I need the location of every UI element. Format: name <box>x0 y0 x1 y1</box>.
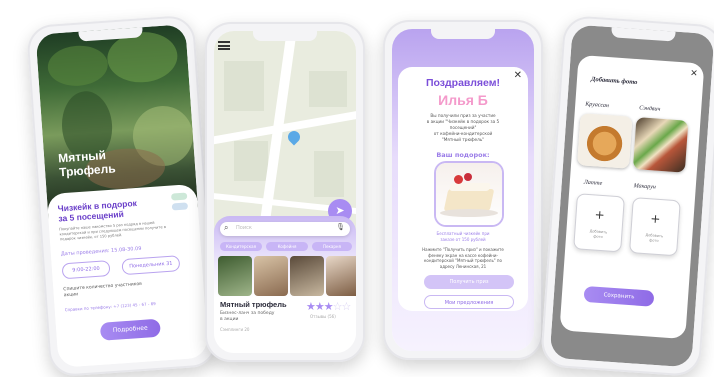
prize-screen: ✕ Поздравляем! Илья Б Вы получили приз з… <box>392 29 534 351</box>
dates-label: Даты проведения: 15.08-30.09 <box>60 245 142 258</box>
save-button[interactable]: Сохранить <box>583 285 655 307</box>
menu-icon[interactable] <box>218 41 230 50</box>
item-label-sandwich: Сэндвич <box>638 105 661 113</box>
rating-stars: ★★★☆☆ <box>306 300 351 313</box>
place-name: Мятный трюфель <box>220 300 287 309</box>
item-label-croissant: Круассан <box>585 101 610 110</box>
map[interactable]: ➤ <box>214 31 356 241</box>
notch <box>431 29 495 39</box>
add-photo-macaron[interactable]: + Добавить фото <box>629 197 681 257</box>
bottom-sheet: ⌕ Поиск 🎙 Кондитерская Кофейня Пекарня М… <box>214 216 356 353</box>
time-chip[interactable]: 9:00-22:00 <box>61 260 111 280</box>
search-bar[interactable]: ⌕ Поиск 🎙 <box>220 222 350 236</box>
place-description: Бизнес-ланч за победу в акции <box>220 311 275 322</box>
photo-title: Мятный Трюфель <box>57 148 117 180</box>
gift-caption: Бесплатный чизкейк при заказе от 150 руб… <box>436 231 490 242</box>
add-photo-latte[interactable]: + Добавить фото <box>573 193 625 253</box>
my-prizes-button[interactable]: Мои предложения <box>424 295 514 309</box>
prize-message: Вы получили приз за участие в акции "Чиз… <box>426 113 500 142</box>
phone-add-photo: ✕ Добавить фото Круассан Сэндвич Латте М… <box>539 14 714 377</box>
phone-prize: ✕ Поздравляем! Илья Б Вы получили приз з… <box>383 20 543 360</box>
chip-2[interactable]: Пекарня <box>312 242 352 251</box>
rating-label: Отзывы (56) <box>310 314 336 319</box>
place-meta: Сэмплинги 20 <box>220 327 250 332</box>
add-photo-label: Добавить фото <box>589 229 608 239</box>
phone-map: ➤ ⌕ Поиск 🎙 Кондитерская Кофейня Пекарня… <box>205 22 365 362</box>
map-screen: ➤ ⌕ Поиск 🎙 Кондитерская Кофейня Пекарня… <box>214 31 356 353</box>
promo-description: Покупайте наше лакомство 5 раз подряд в … <box>59 220 167 242</box>
gift-image <box>436 163 502 225</box>
get-prize-button[interactable]: Получить приз <box>424 275 514 289</box>
mic-icon[interactable]: 🎙 <box>336 223 345 231</box>
toggle-2[interactable] <box>171 202 189 211</box>
add-photo-sheet: ✕ Добавить фото Круассан Сэндвич Латте М… <box>559 54 705 340</box>
phone-promo-detail: Мятный Трюфель Чизкейк в подорок за 5 по… <box>25 14 219 377</box>
search-icon: ⌕ <box>224 223 229 232</box>
promo-title: Чизкейк в подорок за 5 посещений <box>57 197 138 224</box>
sandwich-photo[interactable] <box>632 117 689 173</box>
sheet-title: Добавить фото <box>590 75 638 87</box>
item-label-macaron: Макарун <box>633 183 656 191</box>
gift-label: Ваш подорок: <box>436 151 490 159</box>
add-photo-screen: ✕ Добавить фото Круассан Сэндвич Латте М… <box>549 24 714 368</box>
promo-screen: Мятный Трюфель Чизкейк в подорок за 5 по… <box>35 24 209 368</box>
promo-card: Чизкейк в подорок за 5 посещений Покупай… <box>46 183 209 368</box>
notch <box>253 31 317 41</box>
photo-strip[interactable] <box>218 256 356 296</box>
phone-label: Справки по телефону: +7 (123) 45 - 67 - … <box>64 300 156 313</box>
congrats-title: Поздравляем! <box>425 77 501 89</box>
day-chip[interactable]: Понедельник 31 <box>121 255 181 276</box>
close-icon[interactable]: ✕ <box>690 69 698 80</box>
croissant-photo[interactable] <box>577 113 633 169</box>
plus-icon: + <box>649 211 661 227</box>
item-label-latte: Латте <box>583 179 603 187</box>
search-input[interactable]: Поиск <box>236 225 252 231</box>
add-photo-label: Добавить фото <box>645 233 664 243</box>
more-button[interactable]: Подробнее <box>99 318 161 341</box>
plus-icon: + <box>594 207 606 223</box>
prize-instructions: Нажмите "Получить приз" и покажите фенек… <box>422 247 504 269</box>
chip-1[interactable]: Кофейня <box>266 242 308 251</box>
chip-0[interactable]: Кондитерская <box>220 242 262 251</box>
toggle-1[interactable] <box>170 192 188 201</box>
prize-modal: ✕ Поздравляем! Илья Б Вы получили приз з… <box>398 67 528 311</box>
participants-label: Спишите количество участников акции <box>63 281 143 299</box>
winner-name: Илья Б <box>438 92 488 108</box>
